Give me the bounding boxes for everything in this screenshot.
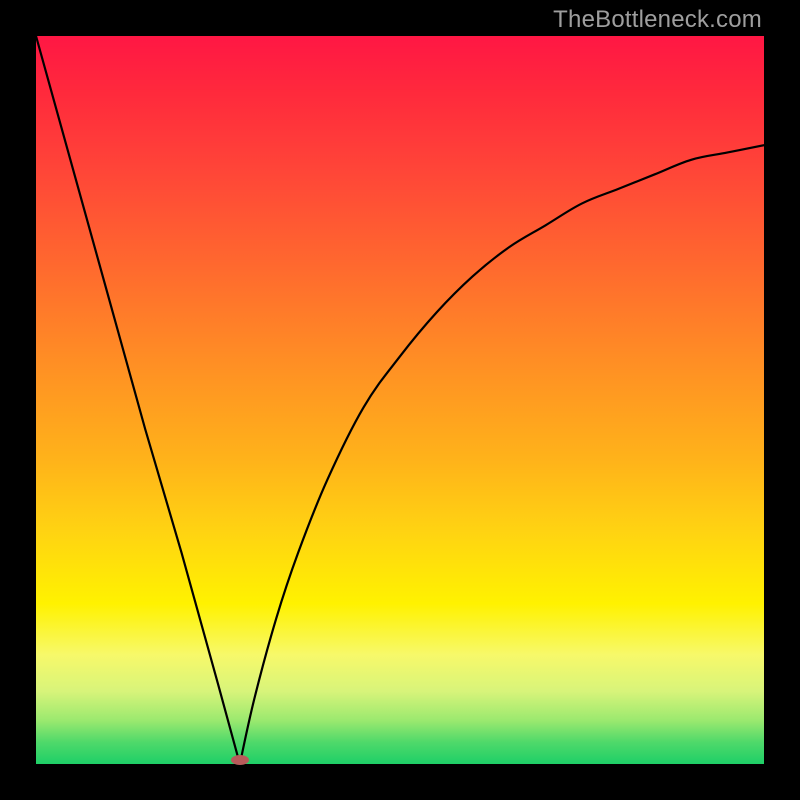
curve-path [36,36,764,764]
bottleneck-curve [36,36,764,764]
minimum-marker [231,755,249,765]
plot-area [36,36,764,764]
chart-frame: TheBottleneck.com [0,0,800,800]
watermark-text: TheBottleneck.com [553,6,762,34]
